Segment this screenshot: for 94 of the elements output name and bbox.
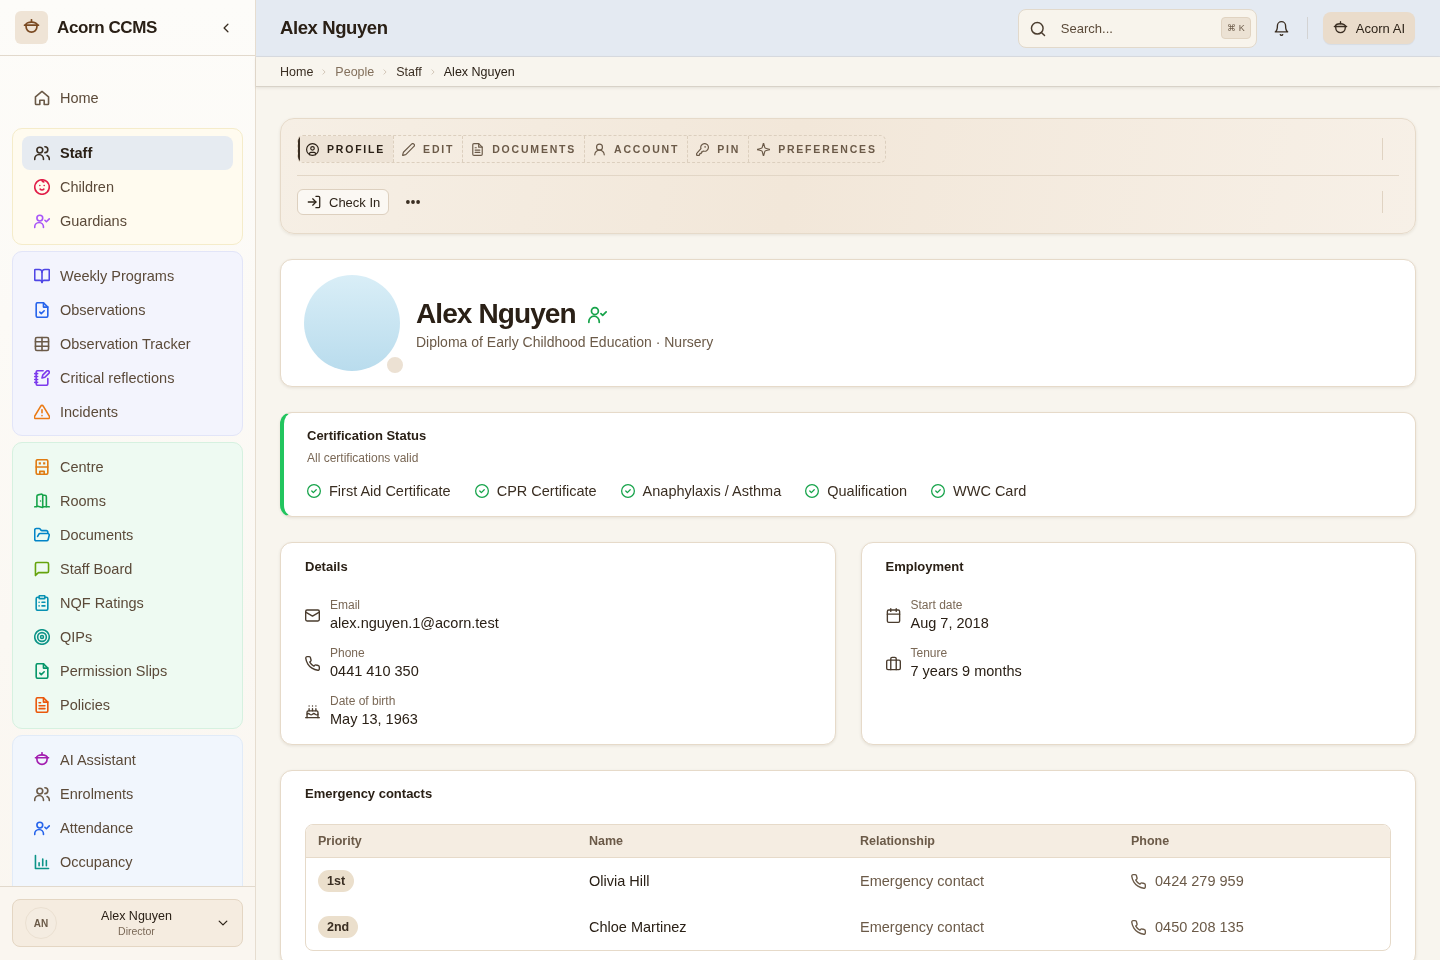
profile-subtitle: Diploma of Early Childhood Education · Nursery (416, 334, 714, 350)
tab[interactable]: PROFILE (298, 136, 394, 162)
cake-icon (305, 703, 320, 719)
user-menu[interactable]: AN Alex Nguyen Director (12, 899, 243, 947)
tab[interactable]: EDIT (393, 136, 463, 162)
acorn-logo-icon (15, 11, 48, 44)
certificate-name: Qualification (827, 482, 908, 501)
certification-summary: All certifications valid (307, 451, 420, 466)
tab[interactable]: PREFERENCES (748, 136, 885, 162)
column-header: Phone (1119, 825, 1390, 858)
table-cell-text: Olivia Hill (588, 872, 651, 891)
sidebar-item[interactable]: Enrolments (22, 777, 233, 811)
tab[interactable]: DOCUMENTS (462, 136, 585, 162)
sidebar-item[interactable]: Permission Slips (22, 654, 233, 688)
field-label: Tenure (910, 645, 949, 661)
pencil-icon (402, 142, 416, 156)
sidebar-item[interactable]: Occupancy (22, 845, 233, 879)
sidebar-item[interactable]: Weekly Programs (22, 259, 233, 293)
user-icon (593, 142, 607, 156)
table-cell-text: Emergency contact (859, 918, 986, 937)
sidebar-item[interactable]: Documents (22, 518, 233, 552)
column-header: Priority (306, 825, 577, 858)
log-in-icon (307, 195, 321, 209)
sidebar-item[interactable]: AI Assistant (22, 743, 233, 777)
bell-icon (1274, 20, 1290, 36)
phone-number: 0424 279 959 (1155, 873, 1244, 889)
mail-icon (305, 607, 320, 623)
calendar-icon (885, 607, 901, 623)
card-title: Employment (885, 558, 965, 576)
sparkles-icon (757, 142, 771, 156)
page-title: Alex Nguyen (280, 17, 389, 39)
chevron-right-icon (428, 67, 437, 76)
certificate-name: First Aid Certificate (329, 482, 451, 501)
field-value: 7 years 9 months (910, 662, 1022, 681)
phone-icon (1131, 873, 1146, 889)
column-header: Relationship (848, 825, 1119, 858)
sidebar-item[interactable]: Home (22, 81, 233, 115)
user-role: Director (118, 925, 155, 937)
ai-button[interactable]: Acorn AI (1322, 12, 1415, 44)
phone-icon (1131, 919, 1146, 935)
table-cell-text: Chloe Martinez (588, 918, 688, 937)
sidebar-item[interactable]: Observations (22, 293, 233, 327)
key-icon (696, 142, 710, 156)
breadcrumb-link[interactable]: Home (280, 64, 314, 79)
check-in-button[interactable]: Check In (297, 189, 390, 215)
column-header: Name (577, 825, 848, 858)
tab[interactable]: ACCOUNT (584, 136, 688, 162)
sidebar-item[interactable]: Attendance (22, 811, 233, 845)
sidebar-item[interactable]: Children (22, 170, 233, 204)
user-name: Alex Nguyen (101, 909, 172, 923)
sidebar-item[interactable]: Incidents (22, 395, 233, 429)
search-icon (1029, 20, 1046, 37)
sidebar-item[interactable]: Centre (22, 450, 233, 484)
field-value: May 13, 1963 (330, 710, 418, 729)
sidebar-item[interactable]: Guardians (22, 204, 233, 238)
certificate-name: Anaphylaxis / Asthma (642, 482, 782, 501)
sidebar-item[interactable]: Staff Board (22, 552, 233, 586)
sidebar-item[interactable]: NQF Ratings (22, 586, 233, 620)
field-label: Email (330, 597, 361, 613)
priority-badge: 2nd (318, 916, 359, 938)
card-title: Certification Status (307, 427, 428, 445)
table-cell-text: Emergency contact (859, 872, 986, 891)
certificate-name: WWC Card (953, 482, 1027, 501)
profile-name: Alex Nguyen (416, 297, 576, 331)
sidebar-item[interactable]: Observation Tracker (22, 327, 233, 361)
sidebar-item[interactable]: Staff (22, 136, 233, 170)
phone-number: 0450 208 135 (1155, 919, 1244, 935)
breadcrumb-text: People (335, 64, 375, 79)
tab[interactable]: PIN (687, 136, 749, 162)
priority-badge: 1st (318, 870, 355, 892)
user-check-icon (587, 304, 607, 324)
card-title: Emergency contacts (305, 785, 434, 803)
field-value: 0441 410 350 (330, 662, 419, 681)
app-name: Acorn CCMS (57, 17, 158, 38)
certificate-name: CPR Certificate (496, 482, 597, 501)
field-value: Aug 7, 2018 (910, 614, 989, 633)
sidebar-item[interactable]: QIPs (22, 620, 233, 654)
breadcrumb-link[interactable]: Staff (396, 64, 422, 79)
field-value: alex.nguyen.1@acorn.test (330, 614, 499, 633)
sidebar-item[interactable]: Policies (22, 688, 233, 722)
sidebar-item[interactable]: Rooms (22, 484, 233, 518)
card-title: Details (305, 558, 349, 576)
user-avatar: AN (25, 907, 57, 939)
breadcrumb-current: Alex Nguyen (443, 64, 515, 79)
field-label: Date of birth (330, 693, 397, 709)
briefcase-icon (885, 655, 901, 671)
sidebar-item[interactable]: Critical reflections (22, 361, 233, 395)
keyboard-shortcut: ⌘ K (1221, 16, 1251, 39)
phone-icon (305, 655, 320, 671)
field-label: Phone (330, 645, 366, 661)
acorn-icon (1332, 20, 1348, 36)
document-icon (471, 142, 485, 156)
user-circle-icon (306, 142, 319, 156)
field-label: Start date (910, 597, 964, 613)
